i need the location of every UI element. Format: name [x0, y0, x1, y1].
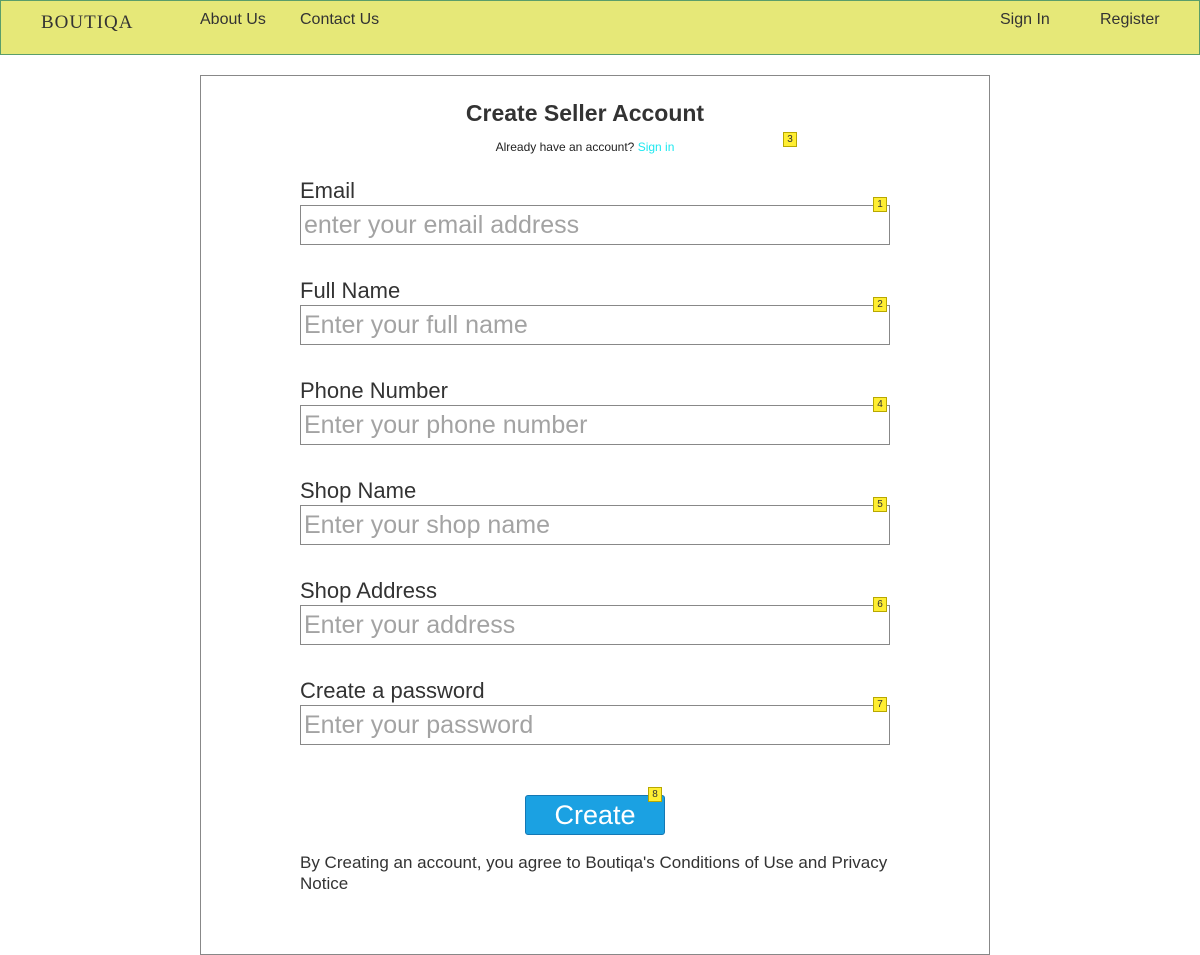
email-input[interactable] — [300, 205, 890, 245]
page-title: Create Seller Account — [465, 100, 705, 126]
top-navbar: BOUTIQA About Us Contact Us Sign In Regi… — [0, 0, 1200, 55]
marker-badge: 5 — [873, 497, 887, 512]
create-button[interactable]: Create — [525, 795, 665, 835]
already-have-account-text: Already have an account? Sign in — [201, 140, 969, 154]
phone-number-input[interactable] — [300, 405, 890, 445]
marker-badge: 4 — [873, 397, 887, 412]
already-have-account-label: Already have an account? — [495, 140, 635, 154]
nav-sign-in-link[interactable]: Sign In — [1000, 11, 1050, 29]
shop-name-label: Shop Name — [300, 478, 417, 503]
email-label: Email — [300, 178, 356, 203]
nav-contact-us-link[interactable]: Contact Us — [300, 11, 379, 29]
terms-notice: By Creating an account, you agree to Bou… — [300, 853, 888, 893]
marker-badge: 3 — [783, 132, 797, 147]
marker-badge: 6 — [873, 597, 887, 612]
seller-signup-card: Create Seller Account Already have an ac… — [200, 75, 990, 955]
nav-register-link[interactable]: Register — [1100, 11, 1160, 29]
boutiqa-logo[interactable]: BOUTIQA — [41, 12, 134, 34]
shop-address-label: Shop Address — [300, 578, 437, 603]
sign-in-link[interactable]: Sign in — [638, 140, 675, 154]
password-label: Create a password — [300, 678, 485, 703]
full-name-label: Full Name — [300, 278, 401, 303]
shop-name-input[interactable] — [300, 505, 890, 545]
marker-badge: 8 — [648, 787, 662, 802]
marker-badge: 1 — [873, 197, 887, 212]
password-input[interactable] — [300, 705, 890, 745]
phone-number-label: Phone Number — [300, 378, 448, 403]
nav-about-us-link[interactable]: About Us — [200, 11, 266, 29]
full-name-input[interactable] — [300, 305, 890, 345]
shop-address-input[interactable] — [300, 605, 890, 645]
marker-badge: 2 — [873, 297, 887, 312]
marker-badge: 7 — [873, 697, 887, 712]
